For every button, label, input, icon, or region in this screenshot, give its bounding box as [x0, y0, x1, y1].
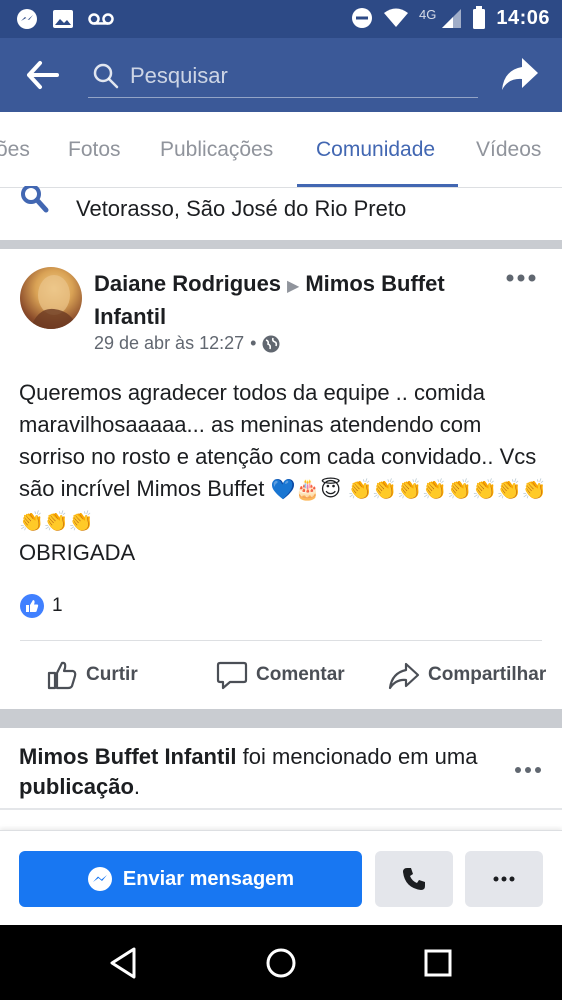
send-message-label: Enviar mensagem [122, 867, 295, 890]
app-bar [0, 38, 562, 112]
section-divider [0, 240, 562, 249]
page-action-bar: Enviar mensagem [0, 830, 562, 925]
post-header: Daiane Rodrigues ▶ Mimos Buffet Infantil [94, 269, 504, 332]
mention-divider [0, 808, 562, 810]
post-meta: 29 de abr às 12:27 • [94, 333, 280, 354]
post-card: Daiane Rodrigues ▶ Mimos Buffet Infantil 2… [0, 249, 562, 709]
status-left-icons [16, 8, 114, 30]
tab-videos[interactable]: Vídeos [476, 138, 541, 162]
avatar[interactable] [20, 267, 82, 329]
clock: 14:06 [496, 6, 550, 29]
reaction-summary[interactable]: 1 [20, 594, 63, 618]
mention-middle-text: foi mencionado em uma [236, 744, 478, 769]
tab-fotos[interactable]: Fotos [68, 138, 121, 162]
back-arrow-icon [27, 61, 59, 89]
mentioned-page-name[interactable]: Mimos Buffet Infantil [19, 744, 237, 769]
page-tabs: ões Fotos Publicações Comunidade Vídeos [0, 112, 562, 188]
author-name[interactable]: Daiane Rodrigues [94, 271, 281, 296]
post-actions: Curtir Comentar Compartilhar [0, 641, 562, 709]
signal-icon [442, 9, 462, 28]
post-text-closing: OBRIGADA [19, 540, 136, 565]
call-button[interactable] [375, 851, 453, 907]
nav-back-icon[interactable] [106, 945, 142, 981]
post-timestamp[interactable]: 29 de abr às 12:27 [94, 333, 244, 354]
tab-publicacoes[interactable]: Publicações [160, 138, 273, 162]
comment-bubble-icon [216, 661, 248, 690]
thumbs-up-icon [47, 661, 77, 690]
meta-separator: • [250, 333, 257, 353]
comment-button[interactable]: Comentar [216, 655, 345, 695]
mention-end-text: . [133, 774, 141, 799]
share-page-button[interactable] [500, 56, 540, 94]
share-button[interactable]: Compartilhar [388, 655, 546, 695]
share-arrow-icon [502, 58, 538, 90]
messenger-icon [17, 9, 37, 29]
back-button[interactable] [26, 60, 60, 90]
post-body: Queremos agradecer todos da equipe .. co… [19, 377, 547, 569]
tab-informacoes[interactable]: ões [0, 138, 30, 162]
tab-comunidade[interactable]: Comunidade [316, 138, 435, 162]
share-label: Compartilhar [428, 664, 547, 685]
send-message-button[interactable]: Enviar mensagem [19, 851, 362, 907]
battery-icon [473, 6, 486, 29]
triangle-right-icon: ▶ [287, 278, 300, 295]
nav-recents-icon[interactable] [420, 945, 456, 981]
more-actions-button[interactable] [465, 851, 543, 907]
location-text: Vetorasso, São José do Rio Preto [76, 196, 407, 221]
status-bar: 4G 14:06 [0, 0, 562, 38]
share-icon [388, 662, 420, 690]
gallery-icon [53, 10, 73, 28]
avatar-photo [30, 275, 78, 329]
wifi-icon [384, 8, 408, 27]
voicemail-icon [88, 13, 114, 25]
like-label: Curtir [86, 664, 138, 685]
section-divider [0, 709, 562, 728]
search-bar[interactable] [88, 54, 478, 98]
network-type-label: 4G [419, 6, 437, 22]
location-row[interactable]: Vetorasso, São José do Rio Preto [0, 186, 562, 240]
nav-home-icon[interactable] [263, 945, 299, 981]
messenger-icon [87, 867, 112, 891]
mention-notice[interactable]: Mimos Buffet Infantil foi mencionado em … [0, 728, 562, 810]
search-icon [93, 63, 119, 88]
more-options-icon[interactable] [504, 271, 538, 285]
do-not-disturb-icon [352, 8, 372, 28]
comment-label: Comentar [256, 664, 345, 685]
system-nav-bar [0, 925, 562, 1000]
search-input[interactable] [130, 62, 460, 89]
like-reaction-icon [20, 594, 44, 618]
globe-icon [262, 335, 280, 352]
phone-icon [403, 868, 425, 890]
more-options-icon[interactable] [514, 764, 542, 776]
reaction-count: 1 [52, 595, 63, 616]
publication-link[interactable]: publicação [19, 774, 134, 799]
status-right-icons: 4G 14:06 [351, 6, 550, 30]
search-location-icon [21, 186, 49, 213]
ellipsis-icon [493, 876, 515, 882]
mention-text: Mimos Buffet Infantil foi mencionado em … [19, 742, 499, 802]
like-button[interactable]: Curtir [46, 655, 138, 695]
